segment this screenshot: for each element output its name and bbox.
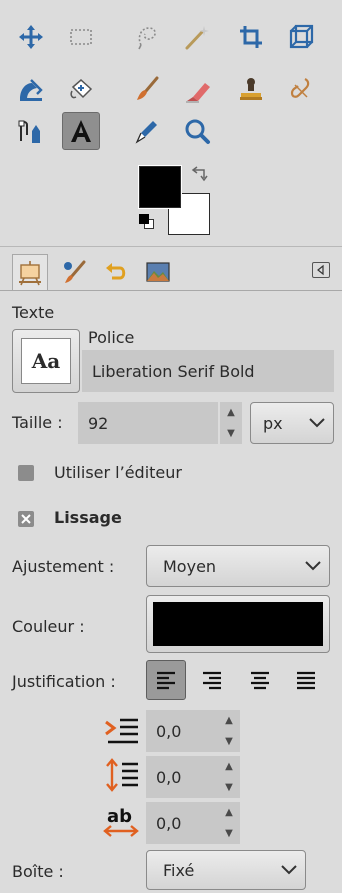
line-spacing-input[interactable]: 0,0 [146, 756, 218, 798]
color-label: Couleur : [12, 617, 85, 636]
bucket-fill-tool-icon[interactable] [12, 70, 50, 108]
letter-spacing-spinner[interactable]: ▲ ▼ [218, 802, 240, 844]
foreground-color-swatch[interactable] [138, 165, 182, 209]
text-color-button[interactable] [146, 595, 330, 653]
unit-value: px [263, 414, 283, 433]
spin-down-icon[interactable]: ▼ [227, 428, 235, 439]
unit-dropdown[interactable]: px [250, 402, 334, 444]
use-editor-checkbox[interactable] [18, 465, 34, 481]
indent-icon [104, 714, 140, 748]
size-label: Taille : [12, 413, 63, 432]
font-value: Liberation Serif Bold [92, 361, 255, 381]
align-right-icon [203, 671, 221, 690]
fuzzy-select-tool-icon[interactable] [178, 18, 216, 56]
spin-up-icon[interactable]: ▲ [225, 761, 233, 772]
heal-tool-icon[interactable] [62, 70, 100, 108]
box-mode-value: Fixé [163, 861, 195, 880]
spin-up-icon[interactable]: ▲ [225, 715, 233, 726]
chevron-down-icon [309, 418, 325, 428]
justify-center-button[interactable] [240, 660, 280, 700]
spin-down-icon[interactable]: ▼ [225, 736, 233, 747]
hinting-value: Moyen [163, 557, 217, 576]
justify-right-button[interactable] [192, 660, 232, 700]
chevron-down-icon [305, 561, 321, 571]
default-colors-icon[interactable] [139, 214, 155, 230]
line-spacing-value: 0,0 [156, 767, 182, 787]
configure-tab-icon[interactable] [312, 262, 330, 278]
line-spacing-spinner[interactable]: ▲ ▼ [218, 756, 240, 798]
size-input[interactable]: 92 [78, 402, 218, 444]
font-label: Police [88, 328, 135, 347]
paintbrush-tool-icon[interactable] [128, 70, 166, 108]
brushes-tab[interactable] [56, 254, 92, 290]
justify-left-button[interactable] [146, 660, 186, 700]
dock-separator [0, 246, 342, 247]
tab-bar-separator [0, 290, 342, 291]
color-picker-tool-icon[interactable] [128, 112, 166, 150]
checkmark-x-icon [21, 514, 31, 524]
perspective-tool-icon[interactable] [282, 18, 320, 56]
tool-options-tab[interactable] [12, 254, 48, 290]
smudge-tool-icon[interactable] [282, 70, 320, 108]
paths-tool-icon[interactable] [12, 112, 50, 150]
align-center-icon [251, 671, 269, 690]
text-color-swatch [153, 602, 323, 646]
size-value: 92 [88, 413, 109, 433]
align-left-icon [157, 671, 175, 690]
text-tool-icon[interactable] [62, 112, 100, 150]
zoom-tool-icon[interactable] [178, 112, 216, 150]
toolbox [0, 0, 342, 245]
free-select-tool-icon[interactable] [128, 18, 166, 56]
size-spinner[interactable]: ▲ ▼ [220, 402, 242, 444]
indent-input[interactable]: 0,0 [146, 710, 218, 752]
use-editor-label: Utiliser l’éditeur [54, 463, 182, 482]
spin-up-icon[interactable]: ▲ [225, 807, 233, 818]
letter-spacing-icon: ab [102, 804, 142, 838]
indent-spinner[interactable]: ▲ ▼ [218, 710, 240, 752]
letter-spacing-value: 0,0 [156, 813, 182, 833]
spin-down-icon[interactable]: ▼ [225, 828, 233, 839]
font-preview-label: Aa [21, 338, 71, 384]
spin-up-icon[interactable]: ▲ [227, 407, 235, 418]
images-tab[interactable] [140, 254, 176, 290]
chevron-down-icon [281, 865, 297, 875]
letter-spacing-input[interactable]: 0,0 [146, 802, 218, 844]
eraser-tool-icon[interactable] [178, 70, 216, 108]
font-preview-button[interactable]: Aa [12, 329, 80, 393]
undo-history-tab[interactable] [98, 254, 134, 290]
justify-fill-button[interactable] [286, 660, 326, 700]
hinting-label: Ajustement : [12, 557, 115, 576]
box-label: Boîte : [12, 862, 64, 881]
antialias-label: Lissage [54, 508, 122, 527]
justify-label: Justification : [12, 672, 116, 691]
spin-down-icon[interactable]: ▼ [225, 782, 233, 793]
box-mode-dropdown[interactable]: Fixé [146, 850, 306, 890]
antialias-checkbox[interactable] [18, 511, 34, 527]
section-title: Texte [12, 303, 55, 322]
swap-colors-icon[interactable] [190, 166, 210, 186]
indent-value: 0,0 [156, 721, 182, 741]
crop-tool-icon[interactable] [232, 18, 270, 56]
move-tool-icon[interactable] [12, 18, 50, 56]
align-justify-icon [297, 671, 315, 690]
rect-select-tool-icon[interactable] [62, 18, 100, 56]
svg-text:ab: ab [107, 806, 132, 827]
line-spacing-icon [104, 758, 140, 792]
hinting-dropdown[interactable]: Moyen [146, 545, 330, 587]
clone-stamp-tool-icon[interactable] [232, 70, 270, 108]
font-field[interactable]: Liberation Serif Bold [82, 350, 334, 392]
